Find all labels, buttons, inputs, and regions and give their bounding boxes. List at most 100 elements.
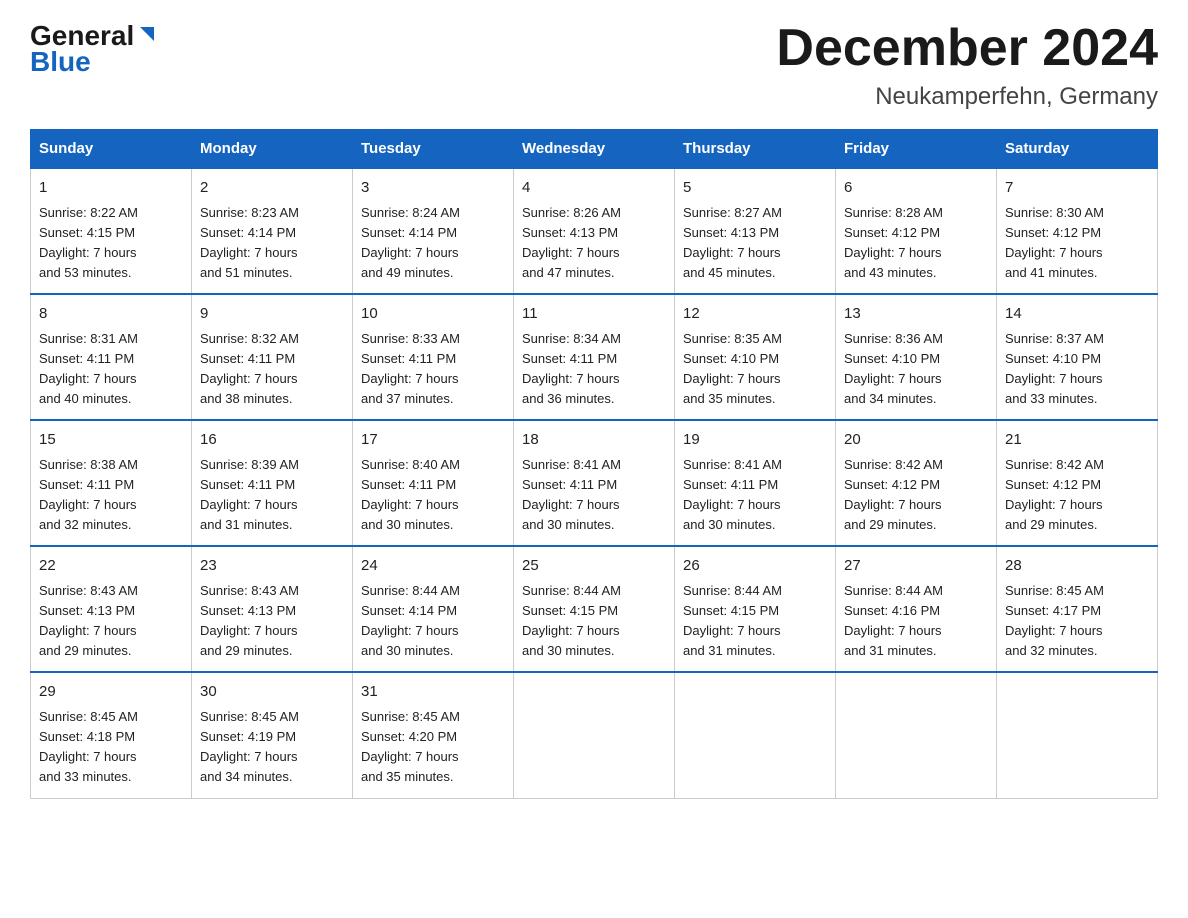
day-info: Sunrise: 8:23 AMSunset: 4:14 PMDaylight:… [200, 205, 299, 280]
day-number: 7 [1005, 177, 1149, 200]
day-info: Sunrise: 8:37 AMSunset: 4:10 PMDaylight:… [1005, 331, 1104, 406]
day-info: Sunrise: 8:40 AMSunset: 4:11 PMDaylight:… [361, 457, 460, 532]
day-info: Sunrise: 8:26 AMSunset: 4:13 PMDaylight:… [522, 205, 621, 280]
day-cell-10: 10 Sunrise: 8:33 AMSunset: 4:11 PMDaylig… [353, 294, 514, 420]
day-number: 28 [1005, 555, 1149, 578]
day-number: 15 [39, 429, 183, 452]
day-cell-8: 8 Sunrise: 8:31 AMSunset: 4:11 PMDayligh… [31, 294, 192, 420]
day-number: 25 [522, 555, 666, 578]
day-number: 18 [522, 429, 666, 452]
day-info: Sunrise: 8:28 AMSunset: 4:12 PMDaylight:… [844, 205, 943, 280]
header-cell-saturday: Saturday [997, 130, 1158, 169]
day-info: Sunrise: 8:31 AMSunset: 4:11 PMDaylight:… [39, 331, 138, 406]
day-number: 22 [39, 555, 183, 578]
day-info: Sunrise: 8:24 AMSunset: 4:14 PMDaylight:… [361, 205, 460, 280]
day-number: 3 [361, 177, 505, 200]
day-cell-14: 14 Sunrise: 8:37 AMSunset: 4:10 PMDaylig… [997, 294, 1158, 420]
day-info: Sunrise: 8:42 AMSunset: 4:12 PMDaylight:… [844, 457, 943, 532]
week-row-2: 8 Sunrise: 8:31 AMSunset: 4:11 PMDayligh… [31, 294, 1158, 420]
day-number: 17 [361, 429, 505, 452]
day-number: 14 [1005, 303, 1149, 326]
day-number: 31 [361, 681, 505, 704]
day-info: Sunrise: 8:30 AMSunset: 4:12 PMDaylight:… [1005, 205, 1104, 280]
logo: General Blue [30, 20, 158, 78]
day-info: Sunrise: 8:43 AMSunset: 4:13 PMDaylight:… [200, 583, 299, 658]
empty-cell [836, 672, 997, 798]
day-cell-26: 26 Sunrise: 8:44 AMSunset: 4:15 PMDaylig… [675, 546, 836, 672]
day-number: 11 [522, 303, 666, 326]
day-info: Sunrise: 8:27 AMSunset: 4:13 PMDaylight:… [683, 205, 782, 280]
day-info: Sunrise: 8:34 AMSunset: 4:11 PMDaylight:… [522, 331, 621, 406]
day-number: 5 [683, 177, 827, 200]
title-block: December 2024 Neukamperfehn, Germany [776, 20, 1158, 111]
day-cell-22: 22 Sunrise: 8:43 AMSunset: 4:13 PMDaylig… [31, 546, 192, 672]
logo-blue: Blue [30, 46, 91, 78]
day-cell-1: 1 Sunrise: 8:22 AMSunset: 4:15 PMDayligh… [31, 168, 192, 294]
day-number: 26 [683, 555, 827, 578]
day-number: 9 [200, 303, 344, 326]
header-cell-wednesday: Wednesday [514, 130, 675, 169]
day-cell-23: 23 Sunrise: 8:43 AMSunset: 4:13 PMDaylig… [192, 546, 353, 672]
page-title: December 2024 [776, 20, 1158, 77]
week-row-3: 15 Sunrise: 8:38 AMSunset: 4:11 PMDaylig… [31, 420, 1158, 546]
day-number: 13 [844, 303, 988, 326]
logo-triangle-icon [136, 23, 158, 45]
header-cell-thursday: Thursday [675, 130, 836, 169]
day-cell-17: 17 Sunrise: 8:40 AMSunset: 4:11 PMDaylig… [353, 420, 514, 546]
day-number: 16 [200, 429, 344, 452]
day-cell-2: 2 Sunrise: 8:23 AMSunset: 4:14 PMDayligh… [192, 168, 353, 294]
day-cell-19: 19 Sunrise: 8:41 AMSunset: 4:11 PMDaylig… [675, 420, 836, 546]
day-number: 4 [522, 177, 666, 200]
header-cell-sunday: Sunday [31, 130, 192, 169]
day-info: Sunrise: 8:39 AMSunset: 4:11 PMDaylight:… [200, 457, 299, 532]
day-info: Sunrise: 8:41 AMSunset: 4:11 PMDaylight:… [683, 457, 782, 532]
day-cell-12: 12 Sunrise: 8:35 AMSunset: 4:10 PMDaylig… [675, 294, 836, 420]
day-number: 21 [1005, 429, 1149, 452]
day-cell-20: 20 Sunrise: 8:42 AMSunset: 4:12 PMDaylig… [836, 420, 997, 546]
day-cell-29: 29 Sunrise: 8:45 AMSunset: 4:18 PMDaylig… [31, 672, 192, 798]
day-info: Sunrise: 8:32 AMSunset: 4:11 PMDaylight:… [200, 331, 299, 406]
day-cell-9: 9 Sunrise: 8:32 AMSunset: 4:11 PMDayligh… [192, 294, 353, 420]
day-info: Sunrise: 8:45 AMSunset: 4:20 PMDaylight:… [361, 709, 460, 784]
header-cell-tuesday: Tuesday [353, 130, 514, 169]
day-number: 2 [200, 177, 344, 200]
day-info: Sunrise: 8:42 AMSunset: 4:12 PMDaylight:… [1005, 457, 1104, 532]
day-number: 24 [361, 555, 505, 578]
day-info: Sunrise: 8:22 AMSunset: 4:15 PMDaylight:… [39, 205, 138, 280]
empty-cell [675, 672, 836, 798]
day-number: 12 [683, 303, 827, 326]
day-info: Sunrise: 8:45 AMSunset: 4:19 PMDaylight:… [200, 709, 299, 784]
day-cell-16: 16 Sunrise: 8:39 AMSunset: 4:11 PMDaylig… [192, 420, 353, 546]
day-number: 8 [39, 303, 183, 326]
day-info: Sunrise: 8:45 AMSunset: 4:18 PMDaylight:… [39, 709, 138, 784]
day-cell-3: 3 Sunrise: 8:24 AMSunset: 4:14 PMDayligh… [353, 168, 514, 294]
week-row-4: 22 Sunrise: 8:43 AMSunset: 4:13 PMDaylig… [31, 546, 1158, 672]
day-number: 19 [683, 429, 827, 452]
empty-cell [514, 672, 675, 798]
page-header: General Blue December 2024 Neukamperfehn… [30, 20, 1158, 111]
day-cell-25: 25 Sunrise: 8:44 AMSunset: 4:15 PMDaylig… [514, 546, 675, 672]
day-number: 30 [200, 681, 344, 704]
header-row: SundayMondayTuesdayWednesdayThursdayFrid… [31, 130, 1158, 169]
day-info: Sunrise: 8:41 AMSunset: 4:11 PMDaylight:… [522, 457, 621, 532]
day-number: 10 [361, 303, 505, 326]
day-number: 6 [844, 177, 988, 200]
day-info: Sunrise: 8:44 AMSunset: 4:15 PMDaylight:… [683, 583, 782, 658]
day-number: 20 [844, 429, 988, 452]
header-cell-monday: Monday [192, 130, 353, 169]
day-cell-11: 11 Sunrise: 8:34 AMSunset: 4:11 PMDaylig… [514, 294, 675, 420]
day-cell-7: 7 Sunrise: 8:30 AMSunset: 4:12 PMDayligh… [997, 168, 1158, 294]
day-cell-5: 5 Sunrise: 8:27 AMSunset: 4:13 PMDayligh… [675, 168, 836, 294]
page-subtitle: Neukamperfehn, Germany [776, 83, 1158, 111]
day-info: Sunrise: 8:36 AMSunset: 4:10 PMDaylight:… [844, 331, 943, 406]
day-cell-24: 24 Sunrise: 8:44 AMSunset: 4:14 PMDaylig… [353, 546, 514, 672]
day-info: Sunrise: 8:38 AMSunset: 4:11 PMDaylight:… [39, 457, 138, 532]
day-info: Sunrise: 8:44 AMSunset: 4:15 PMDaylight:… [522, 583, 621, 658]
week-row-1: 1 Sunrise: 8:22 AMSunset: 4:15 PMDayligh… [31, 168, 1158, 294]
week-row-5: 29 Sunrise: 8:45 AMSunset: 4:18 PMDaylig… [31, 672, 1158, 798]
day-info: Sunrise: 8:44 AMSunset: 4:16 PMDaylight:… [844, 583, 943, 658]
day-info: Sunrise: 8:35 AMSunset: 4:10 PMDaylight:… [683, 331, 782, 406]
empty-cell [997, 672, 1158, 798]
day-cell-21: 21 Sunrise: 8:42 AMSunset: 4:12 PMDaylig… [997, 420, 1158, 546]
day-info: Sunrise: 8:43 AMSunset: 4:13 PMDaylight:… [39, 583, 138, 658]
